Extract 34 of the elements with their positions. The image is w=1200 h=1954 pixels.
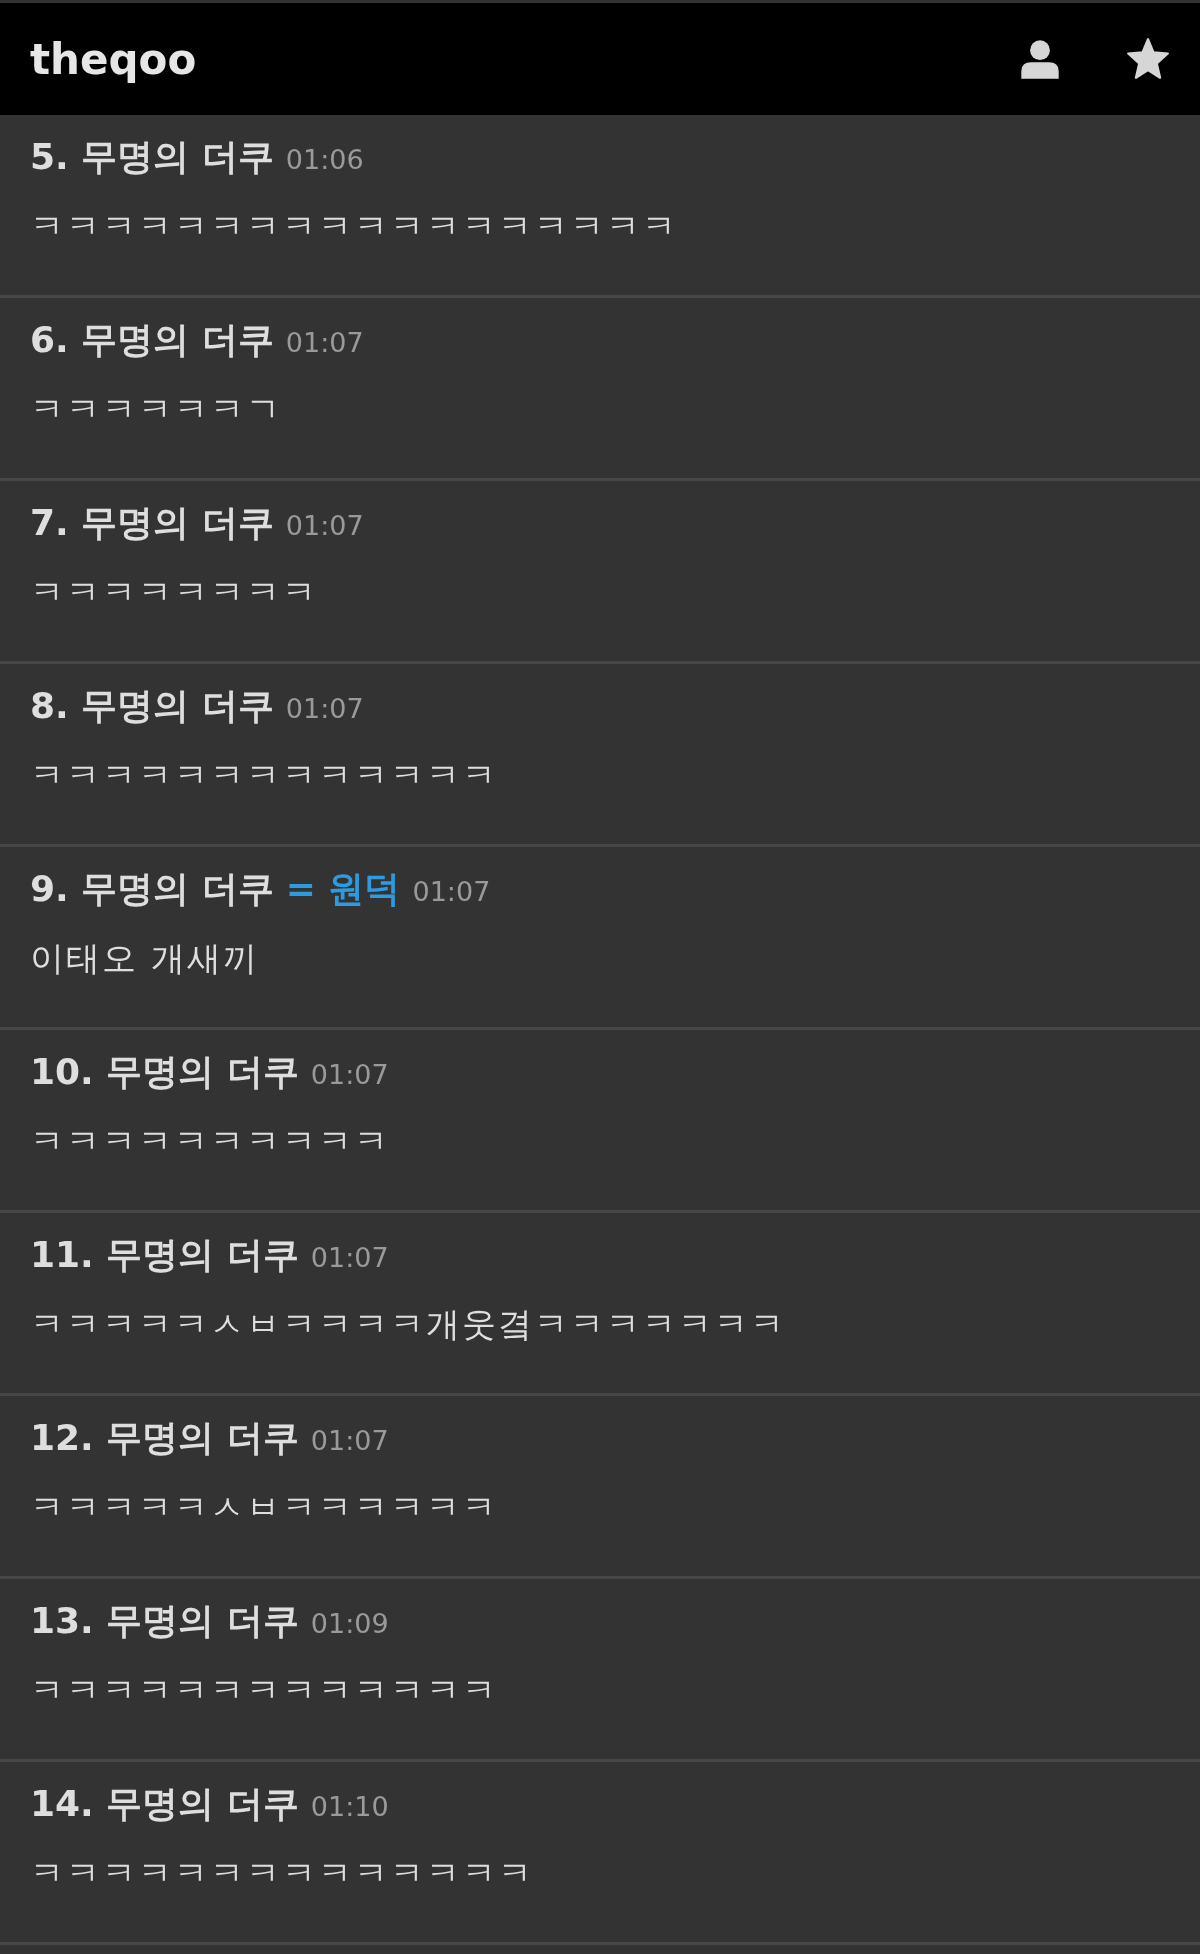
comment-time: 01:07: [310, 1059, 389, 1090]
comment-text: ㅋㅋㅋㅋㅋㅋㅋㅋㅋㅋ: [30, 1120, 391, 1163]
comment-time: 01:07: [310, 1425, 389, 1456]
comment-text: ㅋㅋㅋㅋㅋㅋㅋㅋㅋㅋㅋㅋㅋ: [30, 1669, 499, 1712]
comment-time: 01:10: [310, 1791, 389, 1822]
comment-text: ㅋㅋㅋㅋㅋㅋㅋㅋ: [30, 571, 319, 614]
comment-text: ㅋㅋㅋㅋㅋㅅㅂㅋㅋㅋㅋ개웃곀ㅋㅋㅋㅋㅋㅋㅋ: [30, 1303, 787, 1346]
comment-text: ㅋㅋㅋㅋㅋㅋㅋㅋㅋㅋㅋㅋㅋㅋ: [30, 1852, 535, 1895]
comment-time: 01:06: [285, 144, 364, 175]
comment-text: ㅋㅋㅋㅋㅋㅋㅋㅋㅋㅋㅋㅋㅋㅋㅋㅋㅋㅋ: [30, 205, 679, 248]
comment-author: 6. 무명의 더쿠: [30, 318, 274, 362]
comment-author: 11. 무명의 더쿠: [30, 1233, 299, 1277]
comment-time: 01:09: [310, 1608, 389, 1639]
comment-time: 01:07: [285, 327, 364, 358]
author-tag: = 원덕: [285, 865, 401, 914]
comment-author: 8. 무명의 더쿠: [30, 684, 274, 728]
comment-author: 5. 무명의 더쿠: [30, 135, 274, 179]
comment-time: 01:07: [285, 693, 364, 724]
comment-text: ㅋㅋㅋㅋㅋㅋㅋㅋㅋㅋㅋㅋㅋ: [30, 754, 499, 797]
comment-author: 10. 무명의 더쿠: [30, 1050, 299, 1094]
comment-time: 01:07: [285, 510, 364, 541]
comment-time: 01:07: [310, 1242, 389, 1273]
comment-author: 9. 무명의 더쿠: [30, 867, 274, 911]
comment-author: 14. 무명의 더쿠: [30, 1782, 299, 1826]
comment-text: ㅋㅋㅋㅋㅋㅅㅂㅋㅋㅋㅋㅋㅋ: [30, 1486, 499, 1529]
comment-author: 7. 무명의 더쿠: [30, 501, 274, 545]
comment-text: ㅋㅋㅋㅋㅋㅋㄱ: [30, 388, 283, 431]
comment-author: 13. 무명의 더쿠: [30, 1599, 299, 1643]
comment-time: 01:07: [412, 876, 491, 907]
site-logo[interactable]: theqoo: [30, 34, 197, 84]
comment-author: 12. 무명의 더쿠: [30, 1416, 299, 1460]
star-icon[interactable]: [1126, 37, 1170, 81]
user-icon[interactable]: [1018, 37, 1062, 81]
comment-text: 이태오 개새끼: [30, 937, 260, 980]
